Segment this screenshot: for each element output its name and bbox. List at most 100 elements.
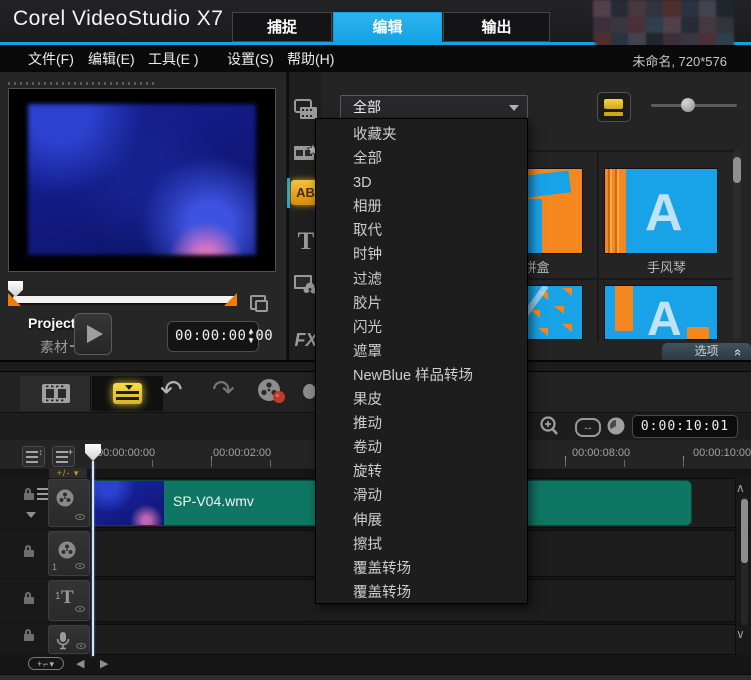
timeline-view-button[interactable] <box>92 376 163 411</box>
track-list-icon[interactable] <box>37 488 48 500</box>
dropdown-item-overlay2[interactable]: 覆盖转场 <box>316 581 527 605</box>
menu-edit[interactable]: 编辑(E) <box>88 49 135 69</box>
dropdown-item-roll[interactable]: 卷动 <box>316 436 527 460</box>
menu-tools[interactable]: 工具(E ) <box>148 49 199 69</box>
gallery-filter-value: 全部 <box>353 99 381 115</box>
project-mode-label[interactable]: Project <box>28 315 75 331</box>
fit-timeline-icon[interactable]: ↔ <box>575 418 601 437</box>
dropdown-item-newblue[interactable]: NewBlue 样品转场 <box>316 364 527 388</box>
lock-icon[interactable] <box>24 634 34 641</box>
lock-icon[interactable] <box>24 550 34 557</box>
dropdown-item-album[interactable]: 相册 <box>316 195 527 219</box>
dropdown-item-all[interactable]: 全部 <box>316 147 527 171</box>
dropdown-item-mask[interactable]: 遮罩 <box>316 340 527 364</box>
zoom-in-icon[interactable] <box>538 415 561 438</box>
layers-icon-bar <box>604 112 623 116</box>
track-manager-icon[interactable]: ↕ <box>22 446 45 467</box>
options-button[interactable]: 选项 « <box>662 343 751 360</box>
dropdown-item-rotate[interactable]: 旋转 <box>316 460 527 484</box>
overlay-track-header[interactable]: 1 <box>48 531 90 576</box>
add-track-icon[interactable]: + <box>52 446 75 467</box>
dropdown-item-filter[interactable]: 过滤 <box>316 268 527 292</box>
tab-capture[interactable]: 捕捉 <box>232 12 332 42</box>
dropdown-item-clock[interactable]: 时钟 <box>316 243 527 267</box>
dropdown-item-favorites[interactable]: 收藏夹 <box>316 123 527 147</box>
playhead-line[interactable] <box>92 461 94 656</box>
gallery-scrollbar-thumb[interactable] <box>733 157 741 183</box>
censored-region <box>593 0 751 50</box>
dropdown-item-slide[interactable]: 滑动 <box>316 484 527 508</box>
trim-bar[interactable] <box>13 296 235 303</box>
tab-output[interactable]: 输出 <box>443 12 550 42</box>
preview-timecode-value: 00:00:00:00 <box>175 328 273 344</box>
timeline-scrollbar-thumb[interactable] <box>741 499 748 563</box>
scroll-right-icon[interactable]: ▶ <box>100 657 108 670</box>
eye-icon[interactable] <box>75 563 85 569</box>
undo-button[interactable]: ↶ <box>160 375 183 406</box>
active-category-indicator <box>287 178 290 208</box>
dropdown-item-overlay1[interactable]: 覆盖转场 <box>316 557 527 581</box>
preview-screen <box>8 88 276 272</box>
eye-icon[interactable] <box>75 514 85 520</box>
swap-track-button[interactable]: +⌐▾ <box>28 657 64 670</box>
dropdown-item-replace[interactable]: 取代 <box>316 219 527 243</box>
zoom-slider-knob[interactable] <box>681 98 695 112</box>
transition-thumbnail-4[interactable]: A <box>604 285 718 340</box>
preview-timecode[interactable]: 00:00:00:00 ▲▼ <box>167 321 259 352</box>
app-title: Corel VideoStudio X7 <box>13 7 223 31</box>
voice-track-lane[interactable] <box>91 624 736 655</box>
timeline-view-icon <box>113 383 142 404</box>
enlarge-preview-icon[interactable] <box>250 295 266 310</box>
layers-icon <box>604 99 623 109</box>
dropdown-item-film[interactable]: 胶片 <box>316 292 527 316</box>
status-strip <box>0 674 751 680</box>
eye-icon[interactable] <box>76 643 86 649</box>
thumbnail-label: 手风琴 <box>600 257 733 276</box>
scroll-down-icon[interactable]: ∨ <box>736 627 745 641</box>
voice-track-header[interactable] <box>48 625 90 654</box>
video-track-header[interactable] <box>48 479 90 527</box>
dropdown-item-push[interactable]: 推动 <box>316 412 527 436</box>
trim-end-marker[interactable] <box>224 293 237 306</box>
play-icon <box>87 325 103 343</box>
dropdown-item-flash[interactable]: 闪光 <box>316 316 527 340</box>
scroll-left-icon[interactable]: ◀ <box>76 657 84 670</box>
voice-track-row <box>0 624 751 655</box>
panel-drag-handle[interactable] <box>8 82 158 85</box>
clip-mode-label[interactable]: 素材 <box>40 337 68 357</box>
title-track-icon: T <box>61 587 74 609</box>
chevron-down-icon[interactable] <box>26 512 36 518</box>
record-capture-icon[interactable] <box>256 377 288 407</box>
dropdown-item-3d[interactable]: 3D <box>316 171 527 195</box>
lock-icon[interactable] <box>24 597 34 604</box>
eye-icon[interactable] <box>75 606 85 612</box>
project-info: 未命名, 720*576 <box>632 51 727 70</box>
clock-duration-icon[interactable] <box>606 416 626 436</box>
menu-settings[interactable]: 设置(S) <box>227 49 274 69</box>
track-number: 1 <box>52 562 57 572</box>
transition-thumbnail-accordion[interactable]: A <box>604 168 718 254</box>
gallery-filter-select[interactable]: 全部 <box>340 95 528 120</box>
menu-file[interactable]: 文件(F) <box>28 49 74 69</box>
dropdown-item-wipe[interactable]: 擦拭 <box>316 533 527 557</box>
dropdown-item-stretch[interactable]: 伸展 <box>316 509 527 533</box>
tab-edit[interactable]: 编辑 <box>333 12 442 42</box>
transition-category-dropdown: 收藏夹 全部 3D 相册 取代 时钟 过滤 胶片 闪光 遮罩 NewBlue 样… <box>315 118 528 604</box>
redo-button[interactable]: ↷ <box>212 375 235 406</box>
timeline-timecode[interactable]: 0:00:10:01 <box>632 415 738 438</box>
storyboard-view-button[interactable] <box>20 376 91 411</box>
chevron-up-double-icon: « <box>730 349 747 356</box>
track-number: 1 <box>55 591 61 602</box>
view-toggle-button[interactable] <box>597 92 631 122</box>
track-scale-button[interactable]: +/- ▾ <box>49 468 87 478</box>
menu-help[interactable]: 帮助(H) <box>287 49 334 69</box>
options-label: 选项 <box>694 344 718 358</box>
dropdown-item-peel[interactable]: 果皮 <box>316 388 527 412</box>
chevron-down-icon <box>509 105 519 111</box>
scroll-up-icon[interactable]: ∧ <box>736 481 745 495</box>
clip-thumbnail <box>94 481 164 525</box>
title-track-header[interactable]: 1 T <box>48 580 90 621</box>
play-button[interactable] <box>74 313 112 355</box>
timecode-spinner[interactable]: ▲▼ <box>249 326 254 346</box>
lock-icon[interactable] <box>24 493 34 500</box>
